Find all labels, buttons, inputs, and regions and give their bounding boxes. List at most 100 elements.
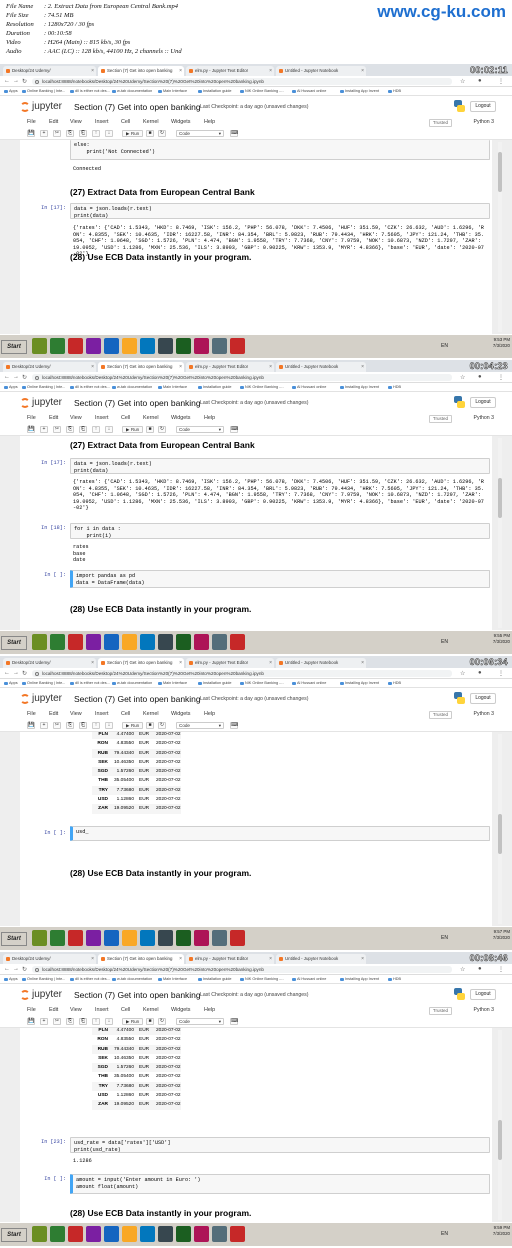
access-icon[interactable] <box>194 634 209 650</box>
menu-item[interactable]: File <box>27 1007 36 1013</box>
menu-item[interactable]: File <box>27 415 36 421</box>
move-up-icon[interactable]: ↑ <box>92 426 100 433</box>
record-icon[interactable] <box>230 930 245 946</box>
bookmark-item[interactable]: HDB <box>388 384 401 391</box>
url-input[interactable]: localhost:8888/notebooks/Desktop/24%20Ud… <box>32 966 452 973</box>
star-icon[interactable]: ☆ <box>460 966 465 973</box>
scrollbar[interactable] <box>498 1030 502 1220</box>
notebook-title[interactable]: Section (7) Get into open banking <box>74 398 201 408</box>
bookmark-item[interactable]: Installing App Invent <box>340 384 379 391</box>
menu-dots-icon[interactable]: ⋮ <box>498 78 504 85</box>
menu-item[interactable]: Help <box>204 119 215 125</box>
tab-close-icon[interactable]: × <box>269 362 272 372</box>
start-button[interactable]: Start <box>1 340 27 354</box>
explorer-icon[interactable] <box>122 338 137 354</box>
menu-item[interactable]: Edit <box>49 415 58 421</box>
folder-icon[interactable] <box>212 634 227 650</box>
browser-tab[interactable]: Desktop/24 Udemy/ × <box>3 658 96 668</box>
restart-icon[interactable]: ↻ <box>158 426 166 433</box>
folder-icon[interactable] <box>212 338 227 354</box>
menu-item[interactable]: Insert <box>95 711 108 717</box>
chrome-icon[interactable] <box>104 930 119 946</box>
menu-item[interactable]: Insert <box>95 415 108 421</box>
tab-close-icon[interactable]: × <box>179 66 182 76</box>
notebook-title[interactable]: Section (7) Get into open banking <box>74 102 201 112</box>
browser-tab[interactable]: Untitled - Jupyter Notebook × <box>276 658 366 668</box>
skype-icon[interactable] <box>140 338 155 354</box>
trusted-badge[interactable]: Trusted <box>428 1007 452 1015</box>
menu-item[interactable]: Kernel <box>143 1007 159 1013</box>
browser-tab[interactable]: Section (7) Get into open banking × <box>98 954 184 964</box>
menu-item[interactable]: Cell <box>121 119 130 125</box>
keyboard-icon[interactable]: ⌨ <box>230 130 238 137</box>
code-cell-input-active[interactable]: amount = input('Enter amount in Euro: ')… <box>70 1174 490 1194</box>
logout-button[interactable]: Logout <box>470 693 496 704</box>
profile-icon[interactable]: ● <box>478 78 482 84</box>
excel-icon[interactable] <box>176 338 191 354</box>
jupyter-logo[interactable]: jupyter <box>20 101 68 113</box>
bookmark-item[interactable]: w-tab documentation <box>112 680 152 687</box>
code-cell-input[interactable]: usd_rate = data['rates']['USD'] print(us… <box>70 1137 490 1153</box>
trusted-badge[interactable]: Trusted <box>428 415 452 423</box>
tab-close-icon[interactable]: × <box>361 66 364 76</box>
bookmark-item[interactable]: HDB <box>388 976 401 983</box>
move-up-icon[interactable]: ↑ <box>92 1018 100 1025</box>
save-icon[interactable]: 💾 <box>27 1018 35 1025</box>
excel-icon[interactable] <box>176 634 191 650</box>
add-cell-icon[interactable]: + <box>40 130 48 137</box>
bookmark-item[interactable]: Installing App Invent <box>340 976 379 983</box>
bookmark-item[interactable]: Apps <box>4 88 18 95</box>
menu-item[interactable]: Widgets <box>171 119 190 125</box>
tab-close-icon[interactable]: × <box>269 66 272 76</box>
bookmark-item[interactable]: dll is either not des... <box>70 976 110 983</box>
menu-item[interactable]: Cell <box>121 711 130 717</box>
star-icon[interactable]: ☆ <box>460 374 465 381</box>
language-indicator[interactable]: EN <box>441 343 448 349</box>
reload-icon[interactable]: ↻ <box>22 374 27 381</box>
folder-icon[interactable] <box>212 1226 227 1242</box>
browser-tab[interactable]: Desktop/24 Udemy/ × <box>3 362 96 372</box>
menu-item[interactable]: Edit <box>49 119 58 125</box>
paste-icon[interactable]: ⎗ <box>79 426 87 433</box>
bookmark-item[interactable]: Online Banking | Inte... <box>22 88 65 95</box>
move-down-icon[interactable]: ↓ <box>105 1018 113 1025</box>
menu-dots-icon[interactable]: ⋮ <box>498 374 504 381</box>
media-icon[interactable] <box>68 1226 83 1242</box>
bookmark-item[interactable]: NIK Online Banking -... <box>240 976 284 983</box>
bookmark-item[interactable]: NIK Online Banking -... <box>240 88 284 95</box>
bookmark-item[interactable]: Main Interface <box>158 680 187 687</box>
menu-item[interactable]: Edit <box>49 1007 58 1013</box>
tab-close-icon[interactable]: × <box>269 658 272 668</box>
bookmark-item[interactable]: w-tab documentation <box>112 976 152 983</box>
scrollbar[interactable] <box>498 438 502 628</box>
media-icon[interactable] <box>68 634 83 650</box>
stop-icon[interactable]: ■ <box>146 130 154 137</box>
media-icon[interactable] <box>68 930 83 946</box>
menu-item[interactable]: Help <box>204 711 215 717</box>
profile-icon[interactable]: ● <box>478 670 482 676</box>
url-input[interactable]: localhost:8888/notebooks/Desktop/24%20Ud… <box>32 670 452 677</box>
back-icon[interactable]: ← <box>4 670 10 676</box>
browser-tab[interactable]: Untitled - Jupyter Notebook × <box>276 66 366 76</box>
star-icon[interactable]: ☆ <box>460 78 465 85</box>
bookmark-item[interactable]: w-tab documentation <box>112 88 152 95</box>
save-icon[interactable]: 💾 <box>27 426 35 433</box>
tab-close-icon[interactable]: × <box>361 658 364 668</box>
trusted-badge[interactable]: Trusted <box>428 711 452 719</box>
cut-icon[interactable]: ✂ <box>53 130 61 137</box>
copy-icon[interactable]: ⎘ <box>66 426 74 433</box>
skype-icon[interactable] <box>140 634 155 650</box>
bookmark-item[interactable]: Al Hussani online <box>292 680 326 687</box>
ie-icon[interactable] <box>50 1226 65 1242</box>
back-icon[interactable]: ← <box>4 78 10 84</box>
console-icon[interactable] <box>158 1226 173 1242</box>
viber-icon[interactable] <box>86 338 101 354</box>
run-button[interactable]: ▶ Run <box>122 1018 144 1025</box>
bookmark-item[interactable]: Installing App Invent <box>340 680 379 687</box>
menu-dots-icon[interactable]: ⋮ <box>498 966 504 973</box>
bookmark-item[interactable]: dll is either not des... <box>70 88 110 95</box>
tab-close-icon[interactable]: × <box>361 362 364 372</box>
scrollbar[interactable] <box>498 142 502 332</box>
bookmark-item[interactable]: HDB <box>388 680 401 687</box>
save-icon[interactable]: 💾 <box>27 722 35 729</box>
